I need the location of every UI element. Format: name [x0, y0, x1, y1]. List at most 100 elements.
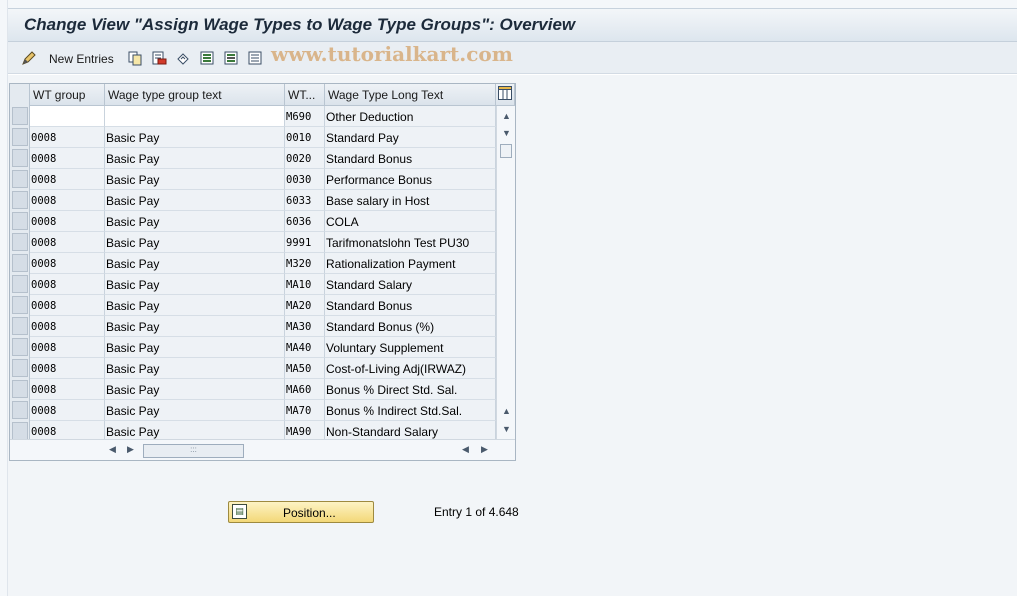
position-button-label: Position...: [283, 506, 336, 520]
horizontal-scroll-thumb[interactable]: :::: [143, 444, 244, 458]
row-selector[interactable]: [12, 149, 28, 167]
cell-long-text: Tarifmonatslohn Test PU30: [325, 232, 496, 253]
cell-wage-type: MA50: [285, 358, 325, 379]
cell-wage-type: MA20: [285, 295, 325, 316]
row-selector[interactable]: [12, 401, 28, 419]
cell-group-text: Basic Pay: [105, 190, 285, 211]
row-selector[interactable]: [12, 254, 28, 272]
row-selector[interactable]: [12, 380, 28, 398]
scroll-down-icon[interactable]: ▼: [502, 128, 511, 138]
table-control: WT group Wage type group text WT... Wage…: [9, 83, 516, 461]
horizontal-scrollbar[interactable]: ◀ ▶ ::: ◀ ▶: [10, 439, 515, 460]
row-selector[interactable]: [12, 275, 28, 293]
cell-group-text: Basic Pay: [105, 358, 285, 379]
cell-long-text: Standard Bonus (%): [325, 316, 496, 337]
row-selector[interactable]: [12, 191, 28, 209]
row-selector[interactable]: [12, 233, 28, 251]
cell-wage-type: MA60: [285, 379, 325, 400]
scroll-left-end-icon[interactable]: ◀: [462, 444, 469, 455]
cell-long-text: COLA: [325, 211, 496, 232]
row-selector-column: [10, 84, 30, 440]
cell-group-text: Basic Pay: [105, 127, 285, 148]
table-settings-icon[interactable]: [496, 84, 515, 106]
watermark: www.tutorialkart.com: [271, 42, 513, 66]
row-selector[interactable]: [12, 317, 28, 335]
position-button[interactable]: ▤ Position...: [228, 501, 374, 523]
delete-icon[interactable]: [150, 49, 168, 67]
edit-pencil-icon[interactable]: [20, 49, 38, 67]
row-selector[interactable]: [12, 128, 28, 146]
window-top-strip: [8, 0, 1017, 9]
deselect-all-icon[interactable]: [246, 49, 264, 67]
cell-wt-group: 0008: [30, 337, 105, 358]
cell-wage-type: 0020: [285, 148, 325, 169]
row-selector[interactable]: [12, 296, 28, 314]
cell-wt-group: 0008: [30, 169, 105, 190]
cell-group-text: Basic Pay: [105, 379, 285, 400]
cell-long-text: Base salary in Host: [325, 190, 496, 211]
scroll-thumb[interactable]: [500, 144, 512, 158]
cell-group-text: Basic Pay: [105, 316, 285, 337]
cell-wt-group: 0008: [30, 358, 105, 379]
cell-wt-group: 0008: [30, 379, 105, 400]
vertical-scrollbar[interactable]: ▲ ▼ ▲ ▼: [496, 106, 515, 439]
application-toolbar: New Entries www.tutorialkart.com: [8, 42, 1017, 74]
cell-wage-type: 6033: [285, 190, 325, 211]
cell-wt-group: 0008: [30, 316, 105, 337]
cell-long-text: Standard Bonus: [325, 148, 496, 169]
column-header-wt[interactable]: WT...: [285, 84, 325, 106]
cell-long-text: Standard Pay: [325, 127, 496, 148]
row-selector[interactable]: [12, 359, 28, 377]
scroll-page-down-icon[interactable]: ▼: [502, 424, 511, 434]
cell-wt-group: 0008: [30, 127, 105, 148]
cell-long-text: Voluntary Supplement: [325, 337, 496, 358]
cell-group-text: Basic Pay: [105, 211, 285, 232]
cell-group-text[interactable]: [105, 106, 285, 127]
column-header-long-text[interactable]: Wage Type Long Text: [325, 84, 496, 106]
cell-wage-type: M320: [285, 253, 325, 274]
cell-wage-type: 0010: [285, 127, 325, 148]
cell-group-text: Basic Pay: [105, 400, 285, 421]
select-all-icon[interactable]: [198, 49, 216, 67]
scroll-page-up-icon[interactable]: ▲: [502, 406, 511, 416]
copy-icon[interactable]: [126, 49, 144, 67]
entry-counter: Entry 1 of 4.648: [434, 505, 519, 519]
undo-icon[interactable]: [174, 49, 192, 67]
cell-group-text: Basic Pay: [105, 253, 285, 274]
cell-long-text: Standard Salary: [325, 274, 496, 295]
cell-wage-type: MA70: [285, 400, 325, 421]
row-selector[interactable]: [12, 212, 28, 230]
cell-wage-type: MA40: [285, 337, 325, 358]
cell-group-text: Basic Pay: [105, 295, 285, 316]
cell-wt-group: 0008: [30, 274, 105, 295]
new-entries-button[interactable]: New Entries: [49, 52, 114, 66]
cell-wt-group: 0008: [30, 400, 105, 421]
select-block-icon[interactable]: [222, 49, 240, 67]
cell-wage-type: 0030: [285, 169, 325, 190]
cell-group-text: Basic Pay: [105, 337, 285, 358]
row-selector[interactable]: [12, 422, 28, 440]
cell-wt-group: 0008: [30, 148, 105, 169]
cell-long-text: Bonus % Direct Std. Sal.: [325, 379, 496, 400]
cell-wt-group[interactable]: [30, 106, 105, 127]
row-selector[interactable]: [12, 107, 28, 125]
cell-long-text: Cost-of-Living Adj(IRWAZ): [325, 358, 496, 379]
page-title: Change View "Assign Wage Types to Wage T…: [24, 15, 576, 34]
cell-group-text: Basic Pay: [105, 148, 285, 169]
cell-long-text: Rationalization Payment: [325, 253, 496, 274]
scroll-up-icon[interactable]: ▲: [502, 111, 511, 121]
column-header-group-text[interactable]: Wage type group text: [105, 84, 285, 106]
cell-long-text: Standard Bonus: [325, 295, 496, 316]
cell-wt-group: 0008: [30, 232, 105, 253]
cell-wt-group: 0008: [30, 295, 105, 316]
column-header-wt-group[interactable]: WT group: [30, 84, 105, 106]
position-icon: ▤: [232, 504, 247, 519]
row-selector[interactable]: [12, 338, 28, 356]
row-selector[interactable]: [12, 170, 28, 188]
cell-wt-group: 0008: [30, 190, 105, 211]
cell-wt-group: 0008: [30, 253, 105, 274]
scroll-right-icon[interactable]: ▶: [127, 444, 134, 455]
scroll-left-icon[interactable]: ◀: [109, 444, 116, 455]
title-bar: Change View "Assign Wage Types to Wage T…: [8, 9, 1017, 42]
scroll-right-end-icon[interactable]: ▶: [481, 444, 488, 455]
